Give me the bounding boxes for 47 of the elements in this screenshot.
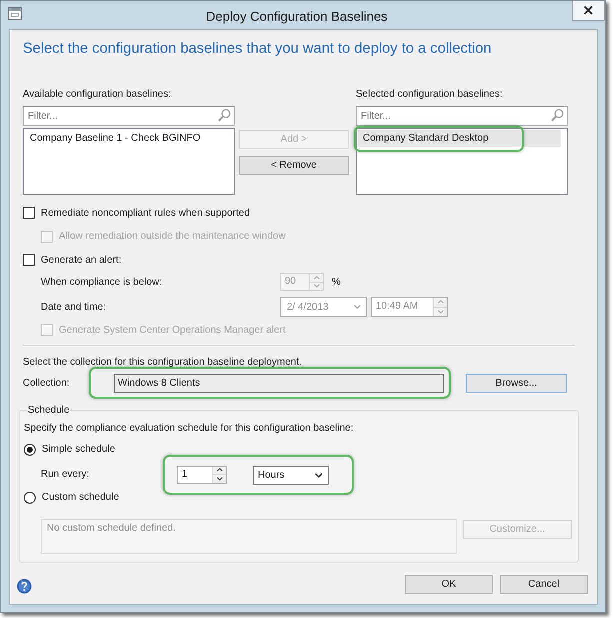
window-title: Deploy Configuration Baselines: [205, 9, 389, 24]
chevron-down-icon: [438, 310, 444, 314]
radio-label[interactable]: Custom schedule: [42, 491, 120, 504]
spin-up-button[interactable]: [213, 466, 226, 474]
close-button[interactable]: [572, 1, 605, 21]
list-item[interactable]: Company Baseline 1 - Check BGINFO: [25, 130, 228, 147]
number-field[interactable]: 1: [177, 466, 227, 484]
list-item[interactable]: Company Standard Desktop: [358, 130, 561, 147]
section-prompt: Select the collection for this configuration baseline deployment.: [23, 356, 302, 369]
checkbox[interactable]: [23, 254, 35, 266]
field-label: Date and time:: [41, 300, 108, 314]
chevron-down-icon: [314, 284, 320, 288]
radio-button[interactable]: [24, 492, 36, 504]
browse-button[interactable]: Browse...: [466, 374, 567, 392]
checkbox-label[interactable]: Generate an alert:: [41, 254, 122, 266]
field-label: Run every:: [41, 468, 90, 481]
chevron-up-icon: [216, 468, 222, 472]
field-label: Collection:: [23, 376, 71, 390]
interval-dropdown[interactable]: Hours: [253, 466, 329, 484]
page-heading: Select the configuration baselines that you want to deploy to a collection: [22, 40, 492, 58]
list-label: Selected configuration baselines:: [356, 88, 503, 101]
radio-button[interactable]: [24, 444, 36, 456]
radio-dot-icon: [27, 446, 33, 452]
field-label: When compliance is below:: [41, 276, 164, 288]
checkbox[interactable]: [23, 207, 35, 219]
chevron-up-icon: [438, 300, 444, 304]
checkbox-label[interactable]: Remediate noncompliant rules when supported: [41, 206, 250, 220]
chevron-down-icon: [315, 472, 323, 478]
search-icon: [551, 109, 564, 122]
close-icon: [584, 6, 593, 15]
help-icon[interactable]: [17, 578, 32, 594]
window-icon: [8, 7, 22, 20]
remove-button[interactable]: < Remove: [239, 156, 349, 175]
ok-button[interactable]: OK: [405, 574, 493, 594]
spin-down-button[interactable]: [213, 474, 226, 482]
cancel-button[interactable]: Cancel: [500, 574, 588, 594]
unit-label: %: [332, 276, 341, 288]
chevron-down-icon: [354, 305, 361, 309]
chevron-down-icon: [216, 476, 222, 481]
chevron-up-icon: [314, 276, 320, 280]
list-label: Available configuration baselines:: [23, 88, 172, 101]
section-prompt: Specify the compliance evaluation schedule for this configuration baseline:: [24, 422, 354, 435]
filter-field[interactable]: Filter...: [356, 106, 568, 126]
radio-label[interactable]: Simple schedule: [42, 443, 116, 456]
collection-field[interactable]: Windows 8 Clients: [114, 374, 444, 393]
filter-field[interactable]: Filter...: [23, 106, 235, 126]
search-icon: [218, 109, 231, 122]
